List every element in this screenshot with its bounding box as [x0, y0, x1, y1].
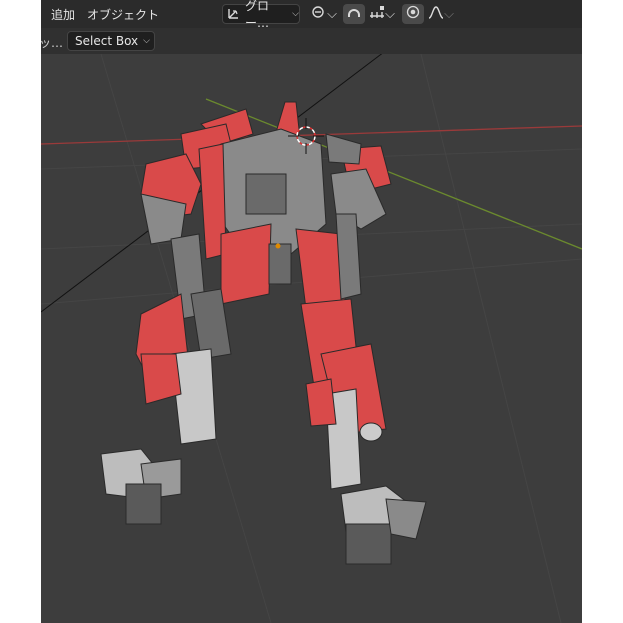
3d-viewport[interactable]: [41, 54, 582, 623]
falloff-button[interactable]: ⌵: [426, 4, 456, 24]
select-mode-value: Select Box: [75, 34, 139, 48]
chevron-down-icon: ⌵: [444, 6, 454, 22]
menu-object[interactable]: オブジェクト: [87, 6, 159, 23]
pivot-point-button[interactable]: ⌵: [309, 4, 339, 24]
chevron-down-icon: ⌵: [292, 9, 299, 19]
viewport-scene: [41, 54, 582, 623]
proportional-edit-icon: [406, 5, 420, 23]
transform-orientation-icon: [227, 6, 241, 23]
truncated-label: ッ…: [41, 36, 64, 50]
transform-orientation-dropdown[interactable]: グロー… ⌵: [222, 0, 300, 30]
robot-model[interactable]: [100, 101, 427, 565]
object-origin-dot: [275, 243, 281, 249]
menu-add[interactable]: 追加: [51, 6, 75, 23]
chevron-down-icon: ⌵: [385, 6, 395, 22]
falloff-curve-icon: [428, 5, 444, 23]
chevron-down-icon: ⌵: [327, 6, 337, 22]
chevron-down-icon: ⌵: [143, 36, 150, 46]
transform-orientation-label: グロー…: [245, 0, 270, 30]
snap-magnet-icon: [346, 4, 362, 24]
blender-window: 追加 オブジェクト グロー… ⌵ ⌵ ⌵ ⌵ ッ… Select Box ⌵: [41, 0, 582, 623]
pivot-point-icon: [311, 4, 327, 24]
proportional-edit-toggle[interactable]: [402, 4, 424, 24]
viewport-header: 追加 オブジェクト グロー… ⌵ ⌵ ⌵ ⌵: [41, 0, 582, 30]
snap-toggle[interactable]: [343, 4, 365, 24]
snap-increment-icon: [369, 5, 385, 23]
snap-target-button[interactable]: ⌵: [367, 4, 397, 24]
tool-settings-bar: ッ… Select Box ⌵: [41, 28, 582, 54]
select-mode-dropdown[interactable]: Select Box ⌵: [67, 31, 155, 51]
